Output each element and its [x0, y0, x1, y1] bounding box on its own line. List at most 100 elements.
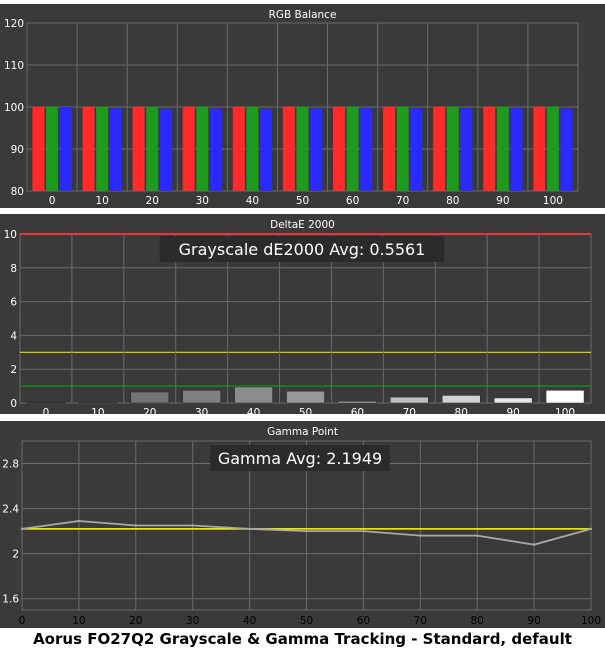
rgb-x-tick: 100 [543, 195, 563, 207]
gamma-y-tick: 2.4 [2, 504, 19, 516]
rgb-title: RGB Balance [269, 9, 337, 21]
de-y-tick: 10 [4, 229, 17, 241]
gamma-y-tick: 2.8 [2, 459, 19, 471]
rgb-bar-red [82, 106, 95, 191]
de-x-tick: 40 [247, 407, 260, 419]
rgb-bar-blue [209, 108, 222, 191]
gamma-x-tick: 10 [72, 615, 85, 627]
de-x-tick: 20 [143, 407, 156, 419]
de-bar [182, 390, 221, 404]
gamma-point [362, 529, 365, 533]
rgb-bar-red [32, 106, 45, 191]
gamma-x-tick: 80 [471, 615, 484, 627]
gamma-point [532, 543, 536, 546]
de-annotation: Grayscale dE2000 Avg: 0.5561 [179, 240, 426, 259]
de-y-tick: 6 [10, 297, 17, 309]
de-x-tick: 60 [351, 407, 364, 419]
rgb-x-tick: 90 [496, 195, 509, 207]
gamma-point [305, 529, 308, 533]
de-y-tick: 0 [10, 398, 17, 410]
rgb-bar-green [246, 106, 259, 191]
gamma-y-tick: 1.6 [2, 594, 19, 606]
gamma-x-tick: 0 [19, 615, 26, 627]
gamma-point [589, 527, 593, 531]
rgb-x-tick: 70 [396, 195, 409, 207]
de-y-tick: 8 [10, 263, 17, 275]
rgb-bar-blue [560, 108, 573, 191]
rgb-bar-blue [310, 108, 323, 191]
chart-canvas: RGB Balance80901001101200 10 20 30 40 50 60 70 8… [0, 4, 605, 628]
rgb-x-tick: 60 [346, 195, 359, 207]
de-bar [234, 386, 273, 404]
de-x-tick: 30 [195, 407, 208, 419]
rgb-bar-blue [159, 109, 172, 191]
rgb-bar-green [296, 106, 309, 191]
rgb-x-tick: 30 [196, 195, 209, 207]
rgb-y-tick: 90 [11, 144, 24, 156]
rgb-bar-red [483, 106, 496, 191]
de-x-tick: 70 [403, 407, 416, 419]
gamma-point [191, 524, 194, 527]
rgb-bar-blue [360, 107, 373, 191]
gamma-x-tick: 20 [129, 615, 142, 627]
de-y-tick: 4 [10, 330, 17, 342]
rgb-x-tick: 10 [95, 195, 108, 207]
de-x-tick: 90 [506, 407, 519, 419]
gamma-x-tick: 50 [300, 615, 313, 627]
rgb-bar-green [96, 106, 109, 191]
gamma-annotation: Gamma Avg: 2.1949 [218, 449, 382, 468]
rgb-bar-blue [260, 109, 273, 191]
gamma-x-tick: 100 [581, 615, 601, 627]
rgb-bar-green [396, 106, 409, 191]
rgb-bar-green [146, 106, 159, 191]
de-bar [78, 401, 118, 404]
rgb-y-tick: 80 [11, 186, 24, 198]
de-bar [286, 390, 325, 404]
rgb-x-tick: 80 [446, 195, 459, 207]
gamma-x-tick: 90 [527, 615, 540, 627]
de-bar [338, 401, 377, 404]
de-y-tick: 2 [10, 364, 17, 376]
rgb-y-tick: 100 [4, 102, 24, 114]
rgb-y-tick: 120 [4, 18, 24, 30]
gamma-point [20, 527, 24, 531]
de-x-tick: 10 [91, 407, 104, 419]
de-bar [493, 397, 533, 404]
rgb-x-tick: 50 [296, 195, 309, 207]
rgb-bar-red [232, 106, 245, 191]
de-bar [130, 391, 170, 404]
gamma-point [248, 527, 251, 531]
rgb-y-tick: 110 [4, 60, 24, 72]
de-bar [441, 395, 481, 404]
rgb-bar-red [533, 106, 546, 191]
de-x-tick: 100 [555, 407, 575, 419]
gamma-x-tick: 30 [186, 615, 199, 627]
figure-caption: Aorus FO27Q2 Grayscale & Gamma Tracking … [33, 630, 572, 648]
figure: RGB Balance 80 90 100 110 120 0 10 20 30 40 50 60 70 8… [0, 0, 605, 652]
gamma-x-tick: 60 [357, 615, 370, 627]
rgb-bar-red [132, 106, 145, 191]
gamma-x-tick: 70 [414, 615, 427, 627]
rgb-bar-red [383, 106, 396, 191]
gamma-point [134, 524, 137, 527]
rgb-x-tick: 20 [146, 195, 159, 207]
de-bar [390, 396, 429, 404]
de-title: DeltaE 2000 [270, 219, 335, 231]
de-x-tick: 80 [455, 407, 468, 419]
rgb-bar-blue [59, 107, 72, 191]
rgb-bar-green [346, 106, 359, 191]
gamma-point [476, 534, 479, 537]
de-x-tick: 50 [299, 407, 312, 419]
rgb-bar-blue [410, 108, 423, 191]
rgb-x-tick: 40 [246, 195, 259, 207]
rgb-bar-green [496, 106, 509, 191]
rgb-x-tick: 0 [49, 195, 56, 207]
rgb-bar-green [446, 106, 459, 191]
rgb-bar-green [196, 106, 209, 191]
de-bar [545, 390, 585, 404]
rgb-bar-red [182, 106, 195, 191]
gamma-point [77, 519, 81, 523]
rgb-bar-blue [510, 107, 523, 191]
rgb-bar-blue [460, 108, 473, 191]
gamma-x-tick: 40 [243, 615, 256, 627]
